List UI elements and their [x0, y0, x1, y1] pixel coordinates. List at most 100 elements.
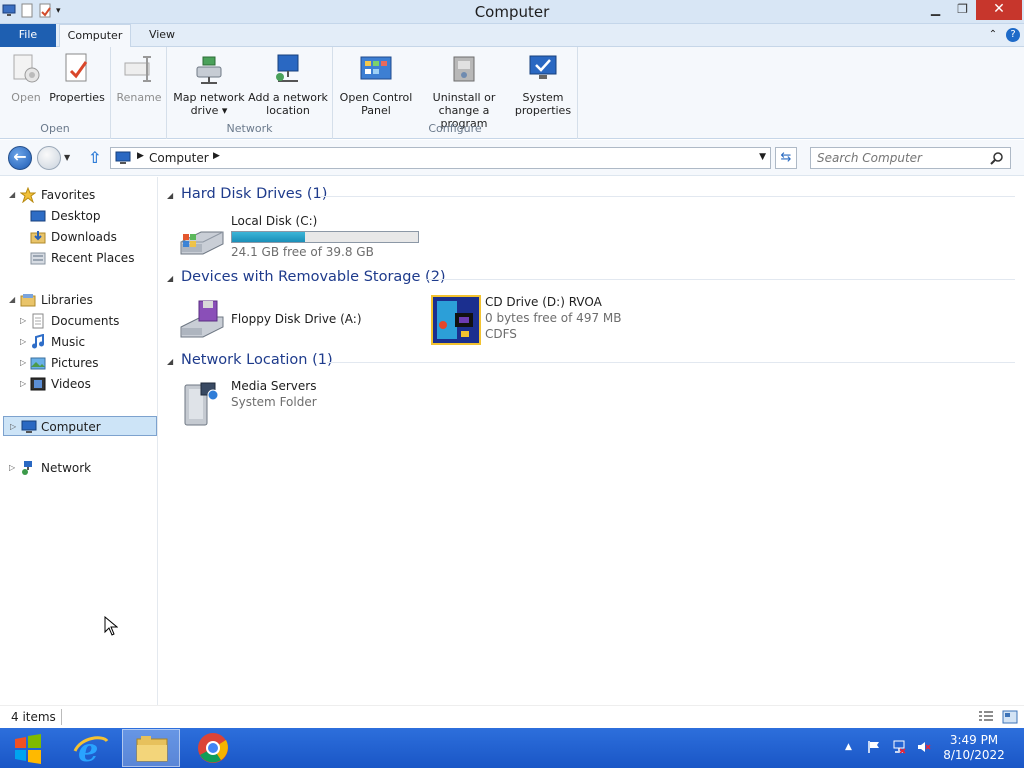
drive-filesystem: CDFS — [485, 327, 517, 341]
drive-name: Floppy Disk Drive (A:) — [231, 312, 362, 326]
network-location-media-servers[interactable]: Media Servers System Folder — [177, 379, 377, 429]
nav-network[interactable]: ▷ Network — [0, 458, 157, 478]
group-collapse-icon[interactable]: ◢ — [167, 274, 173, 283]
collapsed-arrow-icon[interactable]: ▷ — [9, 458, 19, 478]
location-type: System Folder — [231, 395, 317, 409]
libraries-icon — [20, 294, 36, 307]
status-divider — [61, 709, 62, 725]
tab-computer[interactable]: Computer — [59, 24, 131, 47]
nav-favorites[interactable]: ◢ Favorites — [0, 185, 157, 205]
breadcrumb-computer[interactable]: Computer — [149, 151, 209, 165]
nav-downloads[interactable]: Downloads — [0, 227, 157, 247]
system-clock[interactable]: 3:49 PM 8/10/2022 — [942, 733, 1006, 763]
nav-recent-places[interactable]: Recent Places — [0, 248, 157, 268]
drive-floppy-a[interactable]: Floppy Disk Drive (A:) — [177, 295, 407, 345]
location-name: Media Servers — [231, 379, 317, 393]
collapsed-arrow-icon[interactable]: ▷ — [20, 311, 30, 331]
collapsed-arrow-icon[interactable]: ▷ — [20, 332, 30, 352]
star-icon — [20, 187, 36, 203]
search-input[interactable] — [810, 147, 1011, 169]
start-button[interactable] — [0, 729, 56, 767]
maximize-button[interactable]: ❐ — [949, 0, 976, 20]
drive-local-disk-c[interactable]: Local Disk (C:) 24.1 GB free of 39.8 GB — [177, 214, 422, 264]
control-panel-icon — [360, 56, 392, 80]
svg-text:e: e — [78, 731, 98, 767]
ribbon-tabs: File Computer View ⌃ ? — [0, 24, 1024, 47]
ribbon-group-label-configure: Configure — [428, 122, 482, 135]
search-icon[interactable] — [990, 151, 1004, 165]
tab-file[interactable]: File — [0, 24, 56, 47]
ribbon-group-open: Open Properties Rename Open — [0, 47, 162, 139]
taskbar-chrome[interactable] — [184, 729, 242, 767]
taskbar-internet-explorer[interactable]: e — [61, 729, 119, 768]
internet-explorer-icon: e — [73, 731, 109, 768]
nav-videos[interactable]: ▷ Videos — [0, 374, 157, 394]
nav-pictures[interactable]: ▷ Pictures — [0, 353, 157, 373]
expanded-arrow-icon[interactable]: ◢ — [9, 185, 19, 205]
taskbar-file-explorer[interactable] — [122, 729, 180, 767]
help-icon[interactable]: ? — [1006, 28, 1020, 42]
properties-button[interactable]: Properties — [48, 51, 106, 104]
nav-libraries[interactable]: ◢ Libraries — [0, 290, 157, 310]
nav-music[interactable]: ▷ Music — [0, 332, 157, 352]
map-network-drive-button[interactable]: Map network drive ▾ — [173, 51, 245, 117]
address-bar[interactable]: ▶ Computer ▶ ▼ — [110, 147, 771, 169]
group-header-removable-storage[interactable]: ◢ Devices with Removable Storage (2) — [167, 269, 446, 289]
breadcrumb-chevron-icon[interactable]: ▶ — [213, 151, 220, 161]
ribbon-group-configure: Open Control Panel Uninstall or change a… — [333, 47, 578, 139]
folder-icon — [136, 736, 168, 762]
uninstall-program-button[interactable]: Uninstall or change a program — [415, 51, 513, 130]
expanded-arrow-icon[interactable]: ◢ — [9, 290, 19, 310]
action-center-flag-icon[interactable] — [867, 740, 881, 754]
refresh-button[interactable]: ⇆ — [775, 147, 797, 169]
open-button[interactable]: Open — [6, 51, 46, 104]
tab-view[interactable]: View — [138, 24, 186, 47]
group-header-network-location[interactable]: ◢ Network Location (1) — [167, 352, 333, 372]
details-view-icon[interactable] — [978, 710, 994, 724]
collapsed-arrow-icon[interactable]: ▷ — [10, 417, 20, 437]
breadcrumb-chevron-icon[interactable]: ▶ — [137, 151, 144, 161]
show-hidden-icons-icon[interactable]: ▲ — [845, 742, 859, 756]
nav-computer[interactable]: ▷ Computer — [3, 416, 157, 436]
title-bar: ▾ Computer ▁ ❐ ✕ — [0, 0, 1024, 24]
address-dropdown-icon[interactable]: ▼ — [759, 152, 766, 162]
group-divider — [327, 362, 1015, 363]
volume-muted-icon[interactable] — [917, 740, 931, 754]
clock-date: 8/10/2022 — [943, 748, 1005, 762]
system-properties-button[interactable]: System properties — [513, 51, 573, 117]
back-button[interactable]: ← — [8, 146, 32, 170]
clock-time: 3:49 PM — [949, 733, 999, 747]
network-icon — [22, 461, 32, 475]
network-status-icon[interactable] — [892, 740, 906, 754]
minimize-button[interactable]: ▁ — [922, 0, 949, 20]
taskbar: e ▲ 3:49 PM 8/10/2022 — [0, 728, 1024, 768]
desktop-icon — [30, 210, 46, 222]
drive-cd-d[interactable]: CD Drive (D:) RVOA 0 bytes free of 497 M… — [431, 295, 631, 345]
group-divider — [321, 196, 1015, 197]
cd-drive-icon — [431, 295, 481, 345]
group-collapse-icon[interactable]: ◢ — [167, 191, 173, 200]
arrow-left-icon: ← — [13, 147, 27, 166]
add-network-location-button[interactable]: Add a network location — [247, 51, 329, 117]
close-button[interactable]: ✕ — [976, 0, 1022, 20]
ribbon-group-label-network: Network — [226, 122, 273, 135]
nav-documents[interactable]: ▷ Documents — [0, 311, 157, 331]
up-level-button[interactable]: ⇧ — [88, 148, 101, 167]
computer-icon — [115, 151, 131, 164]
arrow-up-icon: ⇧ — [88, 148, 102, 167]
collapsed-arrow-icon[interactable]: ▷ — [20, 374, 30, 394]
group-header-hard-disk-drives[interactable]: ◢ Hard Disk Drives (1) — [167, 186, 327, 206]
collapsed-arrow-icon[interactable]: ▷ — [20, 353, 30, 373]
group-collapse-icon[interactable]: ◢ — [167, 357, 173, 366]
tiles-view-icon[interactable] — [1002, 710, 1018, 724]
refresh-icon: ⇆ — [780, 150, 792, 165]
status-bar: 4 items — [0, 705, 1024, 728]
uninstall-icon — [453, 56, 475, 82]
disk-usage-fill — [232, 232, 306, 242]
videos-icon — [30, 377, 46, 391]
nav-desktop[interactable]: Desktop — [0, 206, 157, 226]
recent-locations-dropdown-icon[interactable]: ▼ — [64, 153, 70, 162]
forward-button[interactable] — [37, 146, 61, 170]
open-control-panel-button[interactable]: Open Control Panel — [339, 51, 413, 117]
ribbon-collapse-icon[interactable]: ⌃ — [986, 28, 1000, 42]
